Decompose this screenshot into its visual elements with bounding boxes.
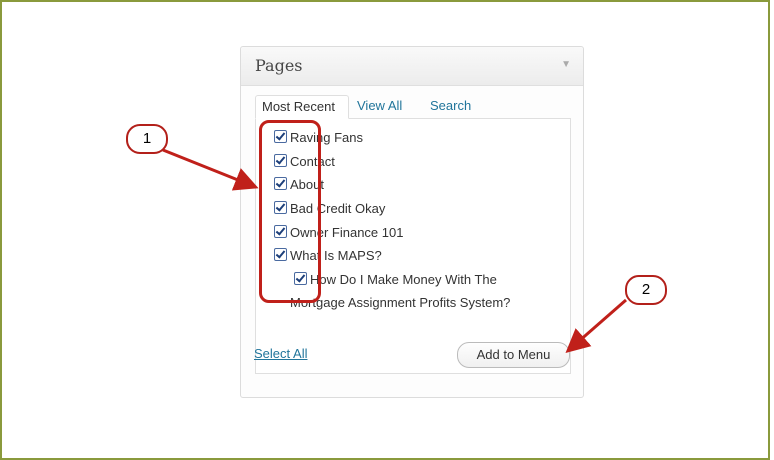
callout-1: 1 [126, 124, 168, 154]
annotation-arrows [162, 148, 627, 353]
tab-most-recent[interactable]: Most Recent [255, 95, 349, 119]
callout-2: 2 [625, 275, 667, 305]
arrow-1 [162, 148, 259, 191]
arrow-2 [565, 298, 627, 353]
